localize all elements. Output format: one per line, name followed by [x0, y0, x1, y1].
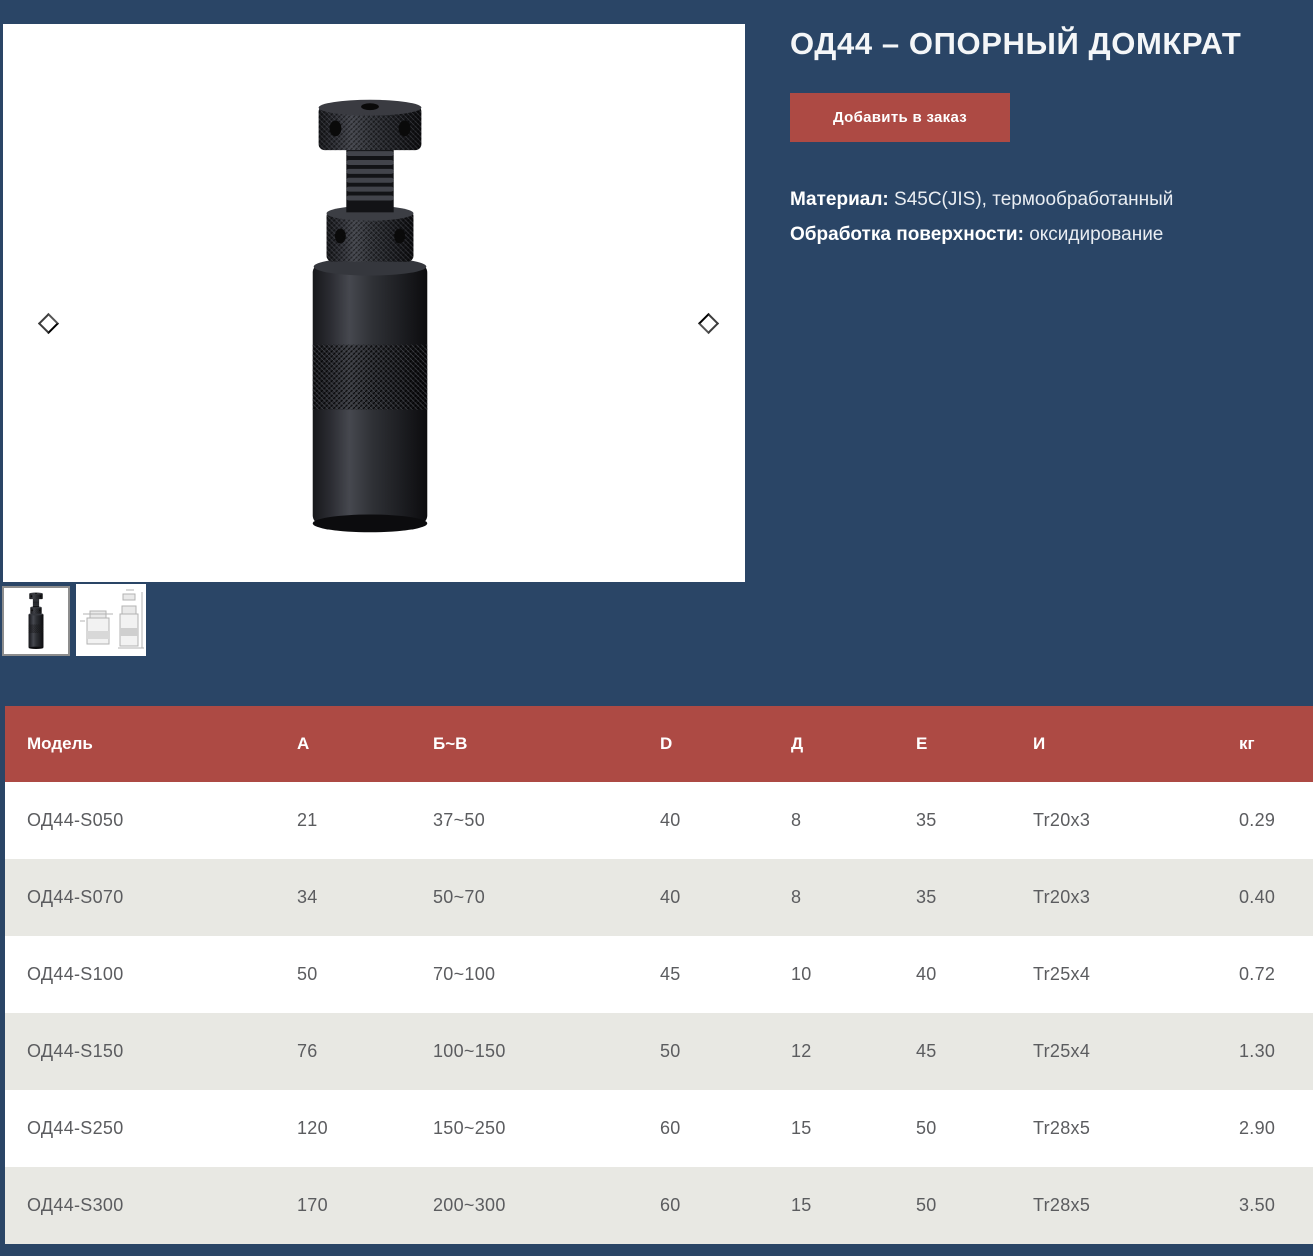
table-cell: 60: [638, 1090, 769, 1167]
spec-material-value: S45C(JIS), термообработанный: [889, 189, 1174, 210]
table-cell: 12: [769, 1013, 894, 1090]
column-header: кг: [1217, 706, 1313, 782]
gallery-prev-button[interactable]: [38, 313, 59, 334]
table-cell: 40: [638, 782, 769, 859]
table-cell: 76: [275, 1013, 411, 1090]
table-cell: 50: [894, 1090, 1011, 1167]
product-image: [291, 94, 449, 542]
table-cell: 120: [275, 1090, 411, 1167]
header-row: МодельАБ~ВDДЕИкгНУ: [5, 706, 1313, 782]
table-cell: ОД44-S100: [5, 936, 275, 1013]
table-cell: 60: [638, 1167, 769, 1244]
table-cell: 50: [894, 1167, 1011, 1244]
column-header: Е: [894, 706, 1011, 782]
table-row: ОД44-S0502137~5040835Tr20x30.2972: [5, 782, 1313, 859]
jack-thumbnail-image: [25, 592, 47, 650]
thumbnail-drawing[interactable]: [76, 584, 146, 656]
table-cell: 2.90: [1217, 1090, 1313, 1167]
table-cell: 200~300: [411, 1167, 638, 1244]
product-info: ОД44 – ОПОРНЫЙ ДОМКРАТ Добавить в заказ …: [790, 26, 1295, 252]
table-row: ОД44-S250120150~250601550Tr28x52.90155: [5, 1090, 1313, 1167]
gallery-next-button[interactable]: [698, 313, 719, 334]
table-row: ОД44-S0703450~7040835Tr20x30.4072: [5, 859, 1313, 936]
table-cell: 8: [769, 782, 894, 859]
column-header: И: [1011, 706, 1217, 782]
table-cell: 0.29: [1217, 782, 1313, 859]
spec-table: МодельАБ~ВDДЕИкгНУ ОД44-S0502137~5040835…: [5, 706, 1313, 1244]
column-header: А: [275, 706, 411, 782]
table-row: ОД44-S300170200~300601550Tr28x53.50155: [5, 1167, 1313, 1244]
spec-surface: Обработка поверхности: оксидирование: [790, 217, 1295, 252]
table-cell: 50: [638, 1013, 769, 1090]
technical-drawing-image: [76, 584, 146, 656]
table-cell: 15: [769, 1090, 894, 1167]
table-cell: 3.50: [1217, 1167, 1313, 1244]
spec-table-head: МодельАБ~ВDДЕИкгНУ: [5, 706, 1313, 782]
column-header: D: [638, 706, 769, 782]
table-row: ОД44-S15076100~150501245Tr25x41.30135: [5, 1013, 1313, 1090]
table-cell: 50: [275, 936, 411, 1013]
table-cell: 37~50: [411, 782, 638, 859]
add-to-order-button[interactable]: Добавить в заказ: [790, 93, 1010, 142]
table-cell: ОД44-S070: [5, 859, 275, 936]
spec-table-section: МодельАБ~ВDДЕИкгНУ ОД44-S0502137~5040835…: [5, 706, 1307, 1244]
table-cell: 170: [275, 1167, 411, 1244]
table-cell: 40: [894, 936, 1011, 1013]
table-cell: 35: [894, 782, 1011, 859]
table-cell: 34: [275, 859, 411, 936]
table-cell: 40: [638, 859, 769, 936]
table-cell: 70~100: [411, 936, 638, 1013]
table-cell: 15: [769, 1167, 894, 1244]
image-gallery: [3, 24, 745, 582]
column-header: Д: [769, 706, 894, 782]
table-cell: Tr25x4: [1011, 1013, 1217, 1090]
table-cell: 45: [894, 1013, 1011, 1090]
spec-material-label: Материал:: [790, 189, 889, 210]
product-page: ОД44 – ОПОРНЫЙ ДОМКРАТ Добавить в заказ …: [0, 0, 1313, 1256]
table-row: ОД44-S1005070~100451040Tr25x40.72135: [5, 936, 1313, 1013]
table-cell: 0.40: [1217, 859, 1313, 936]
table-cell: Tr28x5: [1011, 1090, 1217, 1167]
product-specs: Материал: S45C(JIS), термообработанный О…: [790, 182, 1295, 252]
table-cell: 45: [638, 936, 769, 1013]
column-header: Б~В: [411, 706, 638, 782]
thumbnail-photo[interactable]: [2, 586, 70, 656]
table-cell: Tr28x5: [1011, 1167, 1217, 1244]
table-cell: 8: [769, 859, 894, 936]
spec-surface-value: оксидирование: [1024, 224, 1163, 245]
table-cell: ОД44-S150: [5, 1013, 275, 1090]
table-cell: 150~250: [411, 1090, 638, 1167]
table-cell: 100~150: [411, 1013, 638, 1090]
table-cell: 10: [769, 936, 894, 1013]
table-cell: Tr20x3: [1011, 782, 1217, 859]
table-cell: 21: [275, 782, 411, 859]
table-cell: 0.72: [1217, 936, 1313, 1013]
table-cell: ОД44-S300: [5, 1167, 275, 1244]
table-cell: 35: [894, 859, 1011, 936]
column-header: Модель: [5, 706, 275, 782]
table-cell: 1.30: [1217, 1013, 1313, 1090]
table-cell: 50~70: [411, 859, 638, 936]
spec-table-body: ОД44-S0502137~5040835Tr20x30.2972ОД44-S0…: [5, 782, 1313, 1244]
spec-material: Материал: S45C(JIS), термообработанный: [790, 182, 1295, 217]
table-cell: Tr20x3: [1011, 859, 1217, 936]
page-title: ОД44 – ОПОРНЫЙ ДОМКРАТ: [790, 26, 1295, 62]
table-cell: Tr25x4: [1011, 936, 1217, 1013]
table-cell: ОД44-S050: [5, 782, 275, 859]
spec-surface-label: Обработка поверхности:: [790, 224, 1024, 245]
table-cell: ОД44-S250: [5, 1090, 275, 1167]
